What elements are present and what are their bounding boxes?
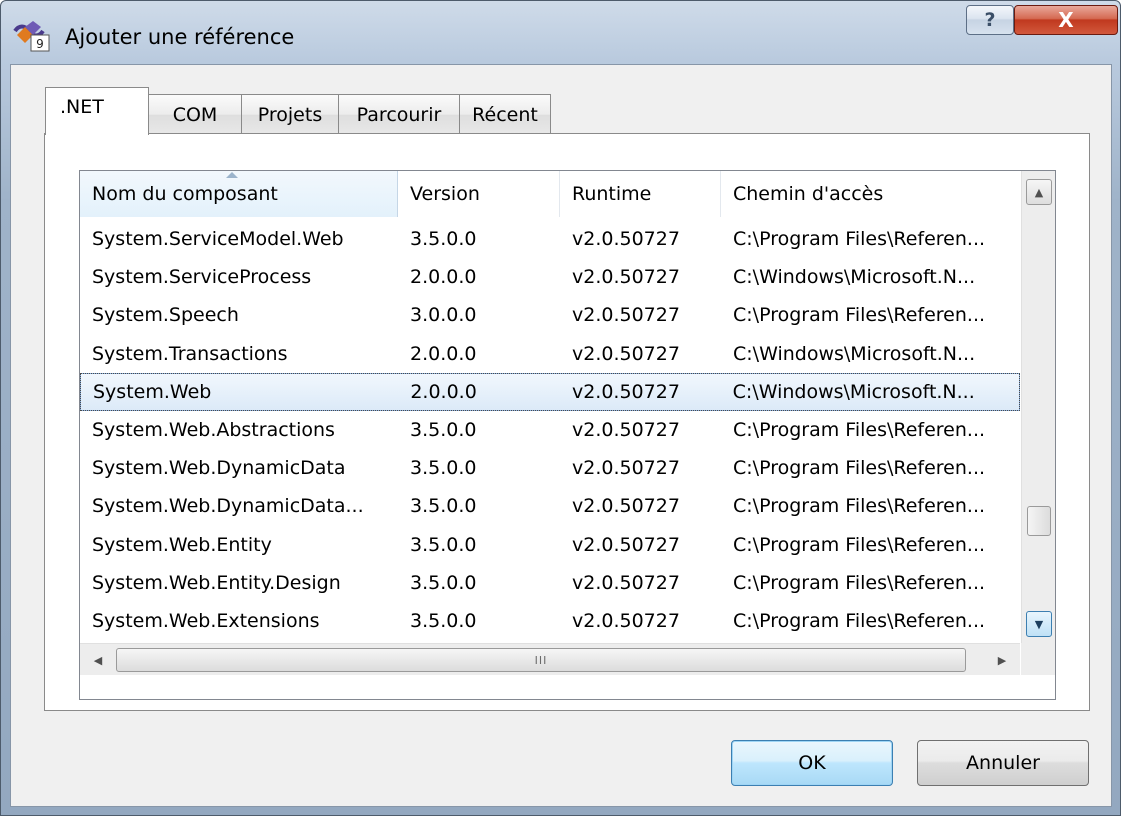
vertical-scroll-thumb[interactable]	[1027, 506, 1051, 536]
scroll-right-arrow-icon[interactable]: ▶	[990, 648, 1014, 672]
cell-version: 3.5.0.0	[410, 419, 477, 442]
cell-runtime: v2.0.50727	[572, 228, 680, 251]
dialog-window: 9 Ajouter une référence ? X .NET COM Pro…	[0, 0, 1121, 816]
cell-name: System.ServiceProcess	[92, 266, 312, 289]
cell-path: C:\Windows\Microsoft.N...	[733, 342, 976, 365]
cell-path: C:\Program Files\Referen...	[733, 495, 986, 518]
cell-path: C:\Program Files\Referen...	[733, 533, 986, 556]
cell-name: System.Transactions	[92, 342, 288, 365]
cell-version: 3.5.0.0	[410, 609, 477, 632]
cell-runtime: v2.0.50727	[572, 533, 680, 556]
dialog-client-area: .NET COM Projets Parcourir Récent Nom du…	[10, 64, 1112, 807]
svg-text:9: 9	[36, 37, 44, 51]
vertical-scrollbar[interactable]: ▲ ▼	[1021, 171, 1055, 643]
scroll-up-arrow-icon[interactable]: ▲	[1026, 179, 1052, 205]
cell-name: System.ServiceModel.Web	[92, 228, 344, 251]
list-row-selected[interactable]: System.Web 2.0.0.0 v2.0.50727 C:\Windows…	[80, 372, 1020, 411]
cell-path: C:\Program Files\Referen...	[733, 609, 986, 632]
tab-com[interactable]: COM	[148, 94, 242, 134]
tab-panel-dotnet: Nom du composant Version Runtime Chemin …	[44, 133, 1090, 711]
list-row[interactable]: System.Web.Entity 3.5.0.0 v2.0.50727 C:\…	[80, 526, 1020, 564]
cell-version: 3.0.0.0	[410, 304, 477, 327]
column-header-name[interactable]: Nom du composant	[80, 171, 398, 217]
cell-path: C:\Program Files\Referen...	[733, 457, 986, 480]
scrollbar-corner	[1021, 643, 1055, 675]
cell-version: 2.0.0.0	[410, 266, 477, 289]
cell-name: System.Web.Entity	[92, 533, 272, 556]
cell-version: 2.0.0.0	[410, 342, 477, 365]
cell-name: System.Web.Extensions	[92, 609, 320, 632]
horizontal-scrollbar[interactable]: ◀ III ▶	[80, 643, 1020, 675]
cell-version: 3.5.0.0	[410, 533, 477, 556]
cell-path: C:\Program Files\Referen...	[733, 304, 986, 327]
list-row[interactable]: System.Web.Entity.Design 3.5.0.0 v2.0.50…	[80, 564, 1020, 602]
list-row[interactable]: System.Web.Extensions 3.5.0.0 v2.0.50727…	[80, 602, 1020, 640]
cell-name: System.Web	[93, 380, 212, 403]
tab-dotnet[interactable]: .NET	[45, 87, 149, 135]
cell-path: C:\Program Files\Referen...	[733, 228, 986, 251]
cell-name: System.Web.Entity.Design	[92, 571, 341, 594]
list-row[interactable]: System.Web.Abstractions 3.5.0.0 v2.0.507…	[80, 411, 1020, 449]
list-row[interactable]: System.Speech 3.0.0.0 v2.0.50727 C:\Prog…	[80, 296, 1020, 334]
column-header-runtime[interactable]: Runtime	[560, 171, 721, 217]
list-row[interactable]: System.ServiceProcess 2.0.0.0 v2.0.50727…	[80, 258, 1020, 296]
column-header-version[interactable]: Version	[398, 171, 560, 217]
cell-runtime: v2.0.50727	[572, 342, 680, 365]
cell-path: C:\Windows\Microsoft.N...	[732, 380, 975, 403]
sort-ascending-icon	[226, 172, 238, 178]
scroll-left-arrow-icon[interactable]: ◀	[86, 648, 110, 672]
visual-studio-icon: 9	[13, 21, 53, 53]
scroll-grip-icon: III	[534, 653, 548, 667]
scroll-down-arrow-icon[interactable]: ▼	[1026, 611, 1052, 637]
cell-name: System.Web.Abstractions	[92, 419, 335, 442]
list-row[interactable]: System.Web.DynamicData... 3.5.0.0 v2.0.5…	[80, 487, 1020, 525]
list-row[interactable]: System.Transactions 2.0.0.0 v2.0.50727 C…	[80, 335, 1020, 373]
cell-runtime: v2.0.50727	[572, 304, 680, 327]
close-button[interactable]: X	[1014, 5, 1118, 35]
cell-runtime: v2.0.50727	[571, 380, 680, 403]
cell-name: System.Web.DynamicData	[92, 457, 346, 480]
cell-path: C:\Program Files\Referen...	[733, 571, 986, 594]
cell-name: System.Speech	[92, 304, 239, 327]
cell-runtime: v2.0.50727	[572, 571, 680, 594]
list-rows: System.ServiceModel.Web 3.5.0.0 v2.0.507…	[80, 220, 1020, 640]
cell-runtime: v2.0.50727	[572, 495, 680, 518]
cell-runtime: v2.0.50727	[572, 266, 680, 289]
cell-version: 3.5.0.0	[410, 571, 477, 594]
help-button[interactable]: ?	[966, 5, 1014, 35]
cell-runtime: v2.0.50727	[572, 457, 680, 480]
list-row[interactable]: System.ServiceModel.Web 3.5.0.0 v2.0.507…	[80, 220, 1020, 258]
list-header: Nom du composant Version Runtime Chemin …	[80, 171, 1020, 217]
tab-parcourir[interactable]: Parcourir	[338, 94, 460, 134]
title-bar[interactable]: 9 Ajouter une référence ? X	[1, 1, 1120, 63]
cell-path: C:\Program Files\Referen...	[733, 419, 986, 442]
horizontal-scroll-thumb[interactable]: III	[116, 648, 966, 672]
cancel-button[interactable]: Annuler	[917, 740, 1089, 786]
cell-version: 2.0.0.0	[410, 380, 477, 403]
column-header-path[interactable]: Chemin d'accès	[721, 171, 1020, 217]
component-list[interactable]: Nom du composant Version Runtime Chemin …	[79, 170, 1056, 700]
cell-version: 3.5.0.0	[410, 228, 477, 251]
cell-version: 3.5.0.0	[410, 457, 477, 480]
tab-recent[interactable]: Récent	[459, 94, 551, 134]
ok-button[interactable]: OK	[731, 740, 893, 786]
list-row[interactable]: System.Web.DynamicData 3.5.0.0 v2.0.5072…	[80, 449, 1020, 487]
cell-runtime: v2.0.50727	[572, 419, 680, 442]
cell-version: 3.5.0.0	[410, 495, 477, 518]
column-header-label: Nom du composant	[92, 183, 278, 205]
window-title: Ajouter une référence	[65, 25, 295, 49]
cell-runtime: v2.0.50727	[572, 609, 680, 632]
cell-name: System.Web.DynamicData...	[92, 495, 364, 518]
cell-path: C:\Windows\Microsoft.N...	[733, 266, 976, 289]
tab-projets[interactable]: Projets	[241, 94, 339, 134]
